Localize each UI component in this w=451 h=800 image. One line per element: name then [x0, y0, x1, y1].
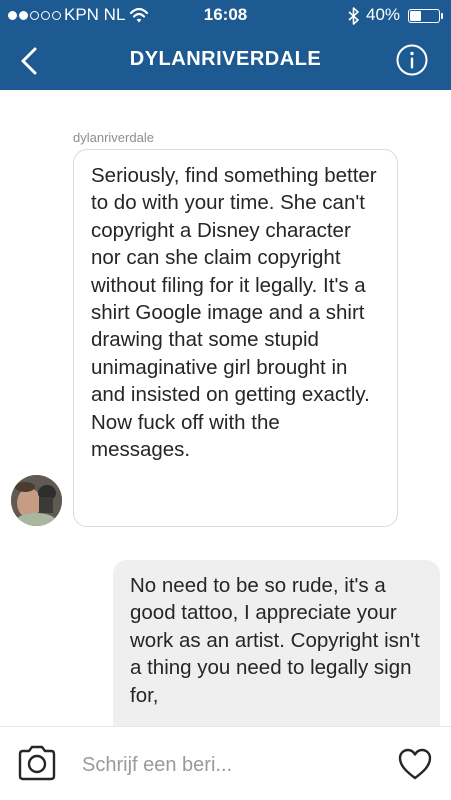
outgoing-message-bubble[interactable]: No need to be so rude, it's a good tatto…	[113, 560, 440, 726]
battery-tip	[441, 13, 443, 19]
like-button[interactable]	[397, 747, 433, 786]
incoming-message-bubble[interactable]: Seriously, find something better to do w…	[73, 149, 398, 527]
avatar[interactable]	[11, 475, 62, 526]
message-composer	[0, 726, 451, 800]
bluetooth-icon	[348, 7, 359, 25]
message-sender-name: dylanriverdale	[73, 130, 154, 145]
message-thread[interactable]: dylanriverdale Seriously, find something…	[0, 90, 451, 726]
camera-icon	[18, 745, 56, 781]
conversation-title: DYLANRIVERDALE	[129, 48, 322, 70]
battery-percent: 40%	[366, 5, 401, 24]
info-circle-icon[interactable]	[396, 44, 428, 76]
message-input[interactable]	[82, 749, 372, 781]
heart-icon	[398, 748, 432, 780]
battery-level-fill	[410, 11, 421, 21]
nav-bar: DYLANRIVERDALE	[0, 32, 451, 90]
camera-button[interactable]	[17, 745, 57, 786]
battery-icon	[408, 9, 440, 23]
status-bar: KPN NL 16:08 40%	[0, 0, 451, 32]
app-header: KPN NL 16:08 40% DYLANRIVERDALE	[0, 0, 451, 90]
